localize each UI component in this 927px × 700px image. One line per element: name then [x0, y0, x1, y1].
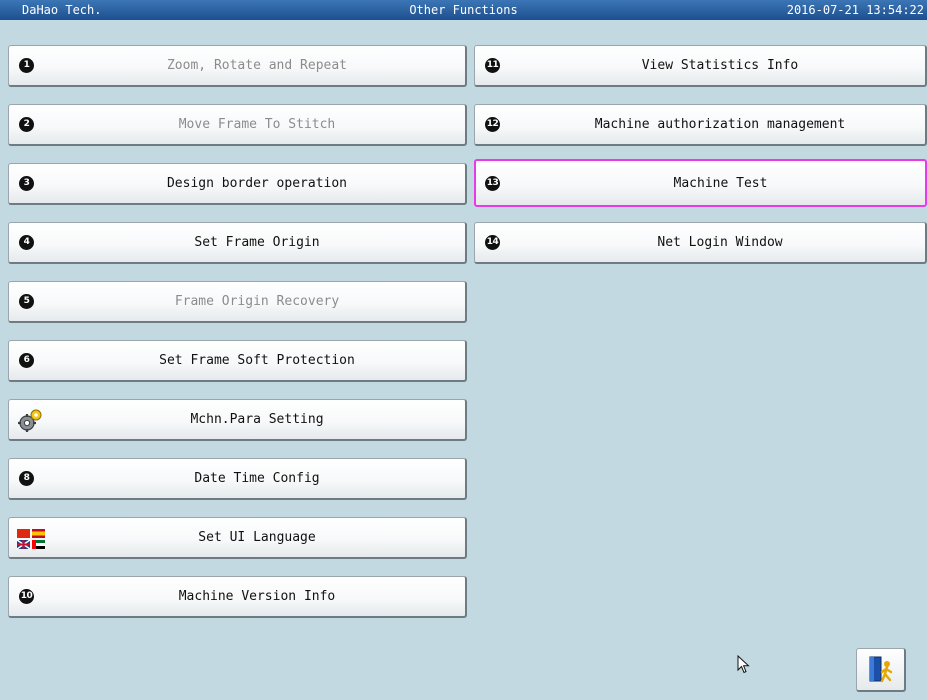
number-4-icon: 4: [19, 235, 34, 250]
set-frame-soft-protection-button[interactable]: 6 Set Frame Soft Protection: [8, 340, 467, 382]
machine-test-button[interactable]: 13 Machine Test: [474, 159, 927, 207]
number-14-icon: 14: [485, 235, 500, 250]
zoom-rotate-repeat-button[interactable]: 1 Zoom, Rotate and Repeat: [8, 45, 467, 87]
number-1-icon: 1: [19, 58, 34, 73]
number-11-icon: 11: [485, 58, 500, 73]
date-time-config-button[interactable]: 8 Date Time Config: [8, 458, 467, 500]
number-3-icon: 3: [19, 176, 34, 191]
exit-door-icon: [869, 656, 893, 683]
set-frame-origin-button[interactable]: 4 Set Frame Origin: [8, 222, 467, 264]
frame-origin-recovery-button[interactable]: 5 Frame Origin Recovery: [8, 281, 467, 323]
button-label: Frame Origin Recovery: [174, 294, 340, 309]
mouse-cursor-icon: [737, 655, 750, 674]
machine-version-info-button[interactable]: 10 Machine Version Info: [8, 576, 467, 618]
number-2-icon: 2: [19, 117, 34, 132]
button-label: View Statistics Info: [641, 58, 799, 73]
machine-authorization-management-button[interactable]: 12 Machine authorization management: [474, 104, 927, 146]
exit-button[interactable]: [856, 648, 906, 692]
datetime-display: 2016-07-21 13:54:22: [786, 3, 924, 17]
set-ui-language-button[interactable]: Set UI Language: [8, 517, 467, 559]
machine-para-setting-button[interactable]: Mchn.Para Setting: [8, 399, 467, 441]
button-label: Machine Test: [673, 175, 768, 191]
button-label: Net Login Window: [657, 235, 783, 250]
move-frame-to-stitch-button[interactable]: 2 Move Frame To Stitch: [8, 104, 467, 146]
button-label: Design border operation: [166, 176, 347, 191]
number-8-icon: 8: [19, 471, 34, 486]
button-label: Set Frame Origin: [194, 235, 320, 250]
button-label: Move Frame To Stitch: [178, 117, 336, 132]
button-label: Set Frame Soft Protection: [159, 353, 355, 368]
net-login-window-button[interactable]: 14 Net Login Window: [474, 222, 927, 264]
button-label: Zoom, Rotate and Repeat: [166, 58, 347, 73]
number-5-icon: 5: [19, 294, 34, 309]
button-label: Mchn.Para Setting: [190, 412, 324, 427]
button-label: Date Time Config: [194, 471, 320, 486]
number-12-icon: 12: [485, 117, 500, 132]
button-label: Machine Version Info: [178, 589, 336, 604]
view-statistics-info-button[interactable]: 11 View Statistics Info: [474, 45, 927, 87]
language-flags-icon: [17, 529, 45, 549]
title-bar: DaHao Tech. Other Functions 2016-07-21 1…: [0, 0, 927, 20]
number-10-icon: 10: [19, 589, 34, 604]
design-border-operation-button[interactable]: 3 Design border operation: [8, 163, 467, 205]
number-13-icon: 13: [485, 176, 500, 191]
button-label: Set UI Language: [198, 530, 316, 545]
number-6-icon: 6: [19, 353, 34, 368]
button-label: Machine authorization management: [594, 117, 846, 132]
gear-icon: [18, 409, 42, 432]
